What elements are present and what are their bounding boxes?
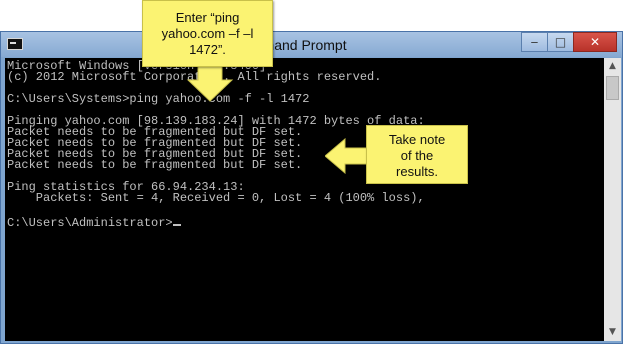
scroll-down-icon[interactable]: ▼ <box>604 324 621 341</box>
callout-line: results. <box>396 164 438 179</box>
results-callout: Take note of the results. <box>366 125 468 184</box>
yellow-arrow-icon <box>186 66 234 102</box>
callout-line: yahoo.com –f –l <box>161 26 254 41</box>
prompt-text: C:\Users\Administrator> <box>7 216 173 230</box>
console-command-line: C:\Users\Systems>ping yahoo.com -f -l 14… <box>7 92 310 106</box>
callout-line: Enter “ping <box>175 10 240 25</box>
command-prompt-window: Command Prompt ‒ □ ✕ Microsoft Windows [… <box>0 31 623 344</box>
console-prompt-line: C:\Users\Administrator> <box>7 216 181 230</box>
minimize-button[interactable]: ‒ <box>521 32 548 52</box>
console-line: Packets: Sent = 4, Received = 0, Lost = … <box>7 191 425 205</box>
text-cursor <box>172 224 181 226</box>
instruction-callout: Enter “ping yahoo.com –f –l 1472”. <box>142 0 273 67</box>
console-icon[interactable] <box>7 38 23 50</box>
scroll-thumb[interactable] <box>606 76 619 100</box>
console-output[interactable]: Microsoft Windows [Version 6.2.8400] (c)… <box>5 58 604 341</box>
callout-line: Take note <box>388 132 446 147</box>
vertical-scrollbar[interactable]: ▲ ▼ <box>604 58 621 341</box>
yellow-arrow-icon <box>325 138 369 174</box>
callout-line: of the <box>400 148 434 163</box>
scroll-up-icon[interactable]: ▲ <box>604 58 621 75</box>
close-button[interactable]: ✕ <box>573 32 617 52</box>
title-bar[interactable]: Command Prompt ‒ □ ✕ <box>1 32 622 57</box>
console-line: Packet needs to be fragmented but DF set… <box>7 158 303 172</box>
callout-line: 1472”. <box>189 42 226 57</box>
maximize-button[interactable]: □ <box>547 32 574 52</box>
